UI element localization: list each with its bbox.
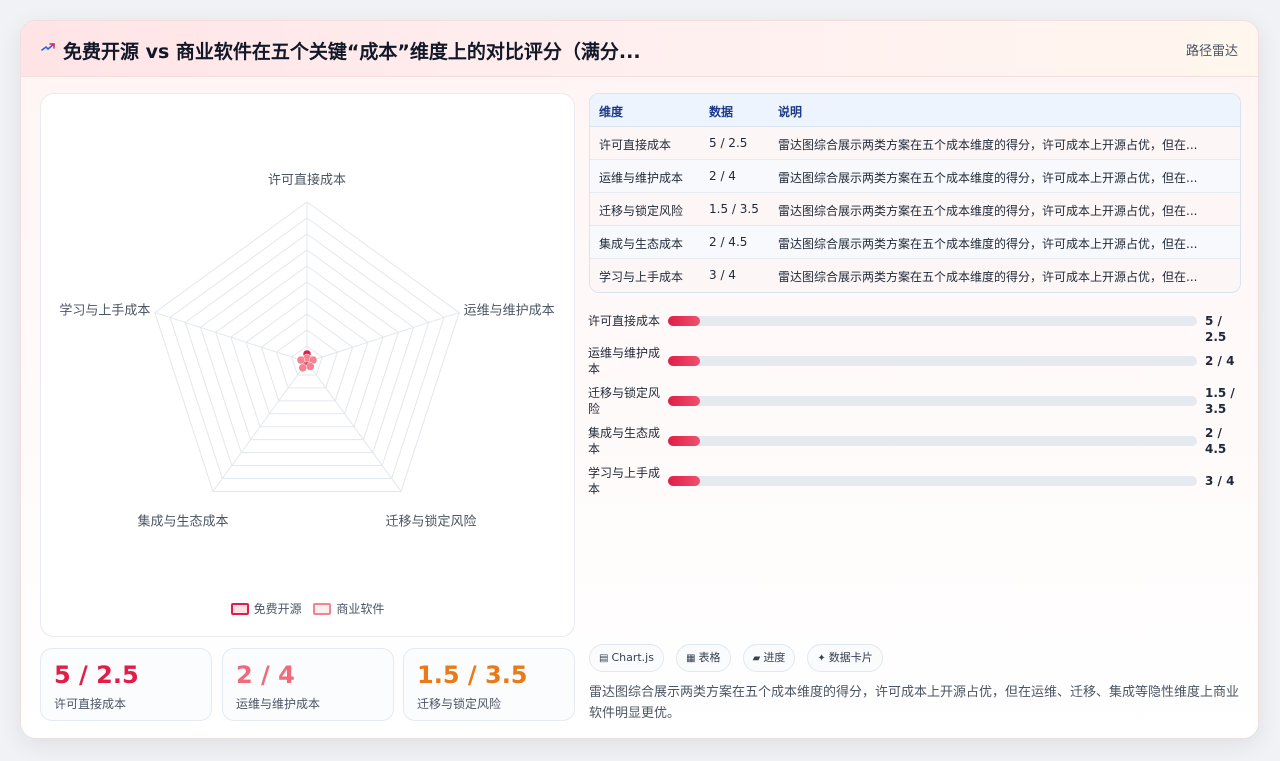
path-radar-link[interactable]: 路径雷达: [1186, 40, 1238, 59]
stat-value: 1.5 / 3.5: [417, 661, 528, 689]
progress-fill: [668, 316, 700, 326]
table-header: 维度 数据 说明: [590, 94, 1240, 127]
radar-chart-panel: 许可直接成本运维与维护成本迁移与锁定风险 集成与生态成本 学习与上手成本 免费开源 …: [40, 93, 575, 637]
chip-table[interactable]: ▦ 表格: [676, 644, 731, 672]
cell-data: 2 / 4: [709, 169, 736, 183]
page-title: 免费开源 vs 商业软件在五个关键“成本”维度上的对比评分（满分...: [63, 41, 641, 63]
radar-data-point: [296, 355, 306, 365]
progress-value: 2 / 4.5: [1205, 426, 1227, 456]
progress-label: 许可直接成本: [588, 314, 661, 328]
progress-row: 运维与维护成本 2 / 4: [588, 345, 1253, 381]
cell-description: 雷达图综合展示两类方案在五个成本维度的得分，许可成本上开源占优，但在...: [778, 270, 1198, 284]
cell-data: 3 / 4: [709, 268, 736, 282]
progress-track: [668, 356, 1197, 366]
column-header: 数据: [709, 105, 734, 119]
stat-label: 迁移与锁定风险: [417, 697, 502, 711]
progress-row: 迁移与锁定风险 1.5 / 3.5: [588, 385, 1253, 421]
column-header: 维度: [599, 105, 624, 119]
cell-description: 雷达图综合展示两类方案在五个成本维度的得分，许可成本上开源占优，但在...: [778, 171, 1198, 185]
cell-data: 5 / 2.5: [709, 136, 748, 150]
progress-label: 集成与生态成本: [588, 426, 661, 456]
chip-label: 进度: [763, 651, 786, 664]
data-table: 维度 数据 说明 许可直接成本 5 / 2.5 雷达图综合展示两类方案在五个成本…: [589, 93, 1241, 293]
cell-description: 雷达图综合展示两类方案在五个成本维度的得分，许可成本上开源占优，但在...: [778, 204, 1198, 218]
chip-progress[interactable]: ▰ 进度: [742, 644, 796, 672]
cell-description: 雷达图综合展示两类方案在五个成本维度的得分，许可成本上开源占优，但在...: [778, 237, 1198, 251]
progress-track: [668, 316, 1197, 326]
progress-icon: ▰: [752, 653, 761, 664]
cell-data: 2 / 4.5: [709, 235, 748, 249]
stat-value: 2 / 4: [236, 661, 295, 689]
sparkle-icon: [41, 43, 55, 51]
progress-value: 3 / 4: [1205, 474, 1235, 488]
progress-fill: [668, 396, 700, 406]
table-row[interactable]: 许可直接成本 5 / 2.5 雷达图综合展示两类方案在五个成本维度的得分，许可成…: [590, 127, 1240, 160]
stat-card: 1.5 / 3.5 迁移与锁定风险: [403, 648, 575, 721]
legend-swatch-open-source: [230, 603, 249, 615]
progress-fill: [668, 356, 700, 366]
cell-dimension: 运维与维护成本: [599, 171, 684, 185]
cell-dimension: 集成与生态成本: [599, 237, 684, 251]
progress-value: 2 / 4: [1205, 354, 1235, 368]
dashboard-card: 免费开源 vs 商业软件在五个关键“成本”维度上的对比评分（满分... 路径雷达…: [20, 20, 1259, 739]
column-header: 说明: [778, 105, 803, 119]
progress-track: [668, 396, 1197, 406]
stat-label: 许可直接成本: [54, 697, 127, 711]
radar-data-point: [298, 363, 308, 373]
radar-axis-label: 迁移与锁定风险: [386, 513, 477, 529]
table-icon: ▦: [686, 653, 696, 664]
progress-fill: [668, 476, 700, 486]
progress-fill: [668, 436, 700, 446]
radar-axis-label: 运维与维护成本: [464, 304, 555, 319]
chip-chartjs[interactable]: ▤ Chart.js: [589, 644, 664, 672]
legend-label: 商业软件: [336, 602, 385, 616]
progress-track: [668, 436, 1197, 446]
progress-row: 许可直接成本 5 / 2.5: [588, 313, 1253, 349]
cell-description: 雷达图综合展示两类方案在五个成本维度的得分，许可成本上开源占优，但在...: [778, 138, 1198, 152]
radar-spoke: [306, 312, 460, 363]
stat-value: 5 / 2.5: [54, 661, 139, 689]
progress-label: 迁移与锁定风险: [588, 386, 661, 416]
progress-row: 集成与生态成本 2 / 4.5: [588, 425, 1253, 461]
radar-data-point: [306, 362, 315, 371]
table-row[interactable]: 集成与生态成本 2 / 4.5 雷达图综合展示两类方案在五个成本维度的得分，许可…: [590, 226, 1240, 259]
table-row[interactable]: 运维与维护成本 2 / 4 雷达图综合展示两类方案在五个成本维度的得分，许可成本…: [590, 160, 1240, 193]
legend-item-commercial[interactable]: 商业软件: [313, 600, 384, 617]
table-row[interactable]: 学习与上手成本 3 / 4 雷达图综合展示两类方案在五个成本维度的得分，许可成本…: [590, 259, 1240, 292]
table-row[interactable]: 迁移与锁定风险 1.5 / 3.5 雷达图综合展示两类方案在五个成本维度的得分，…: [590, 193, 1240, 226]
chart-icon: ▤: [599, 653, 609, 664]
progress-value: 5 / 2.5: [1205, 314, 1227, 344]
radar-spoke: [154, 312, 308, 363]
chart-description: 雷达图综合展示两类方案在五个成本维度的得分，许可成本上开源占优，但在运维、迁移、…: [589, 685, 1240, 721]
chart-legend: 免费开源 商业软件: [41, 600, 574, 617]
cell-dimension: 迁移与锁定风险: [599, 204, 684, 218]
cell-dimension: 许可直接成本: [599, 138, 672, 152]
chip-label: 表格: [698, 651, 721, 664]
stat-card: 5 / 2.5 许可直接成本: [40, 648, 212, 721]
radar-axis-label: 学习与上手成本: [59, 303, 150, 319]
progress-label: 运维与维护成本: [588, 346, 661, 376]
progress-track: [668, 476, 1197, 486]
radar-axis-label: 许可直接成本: [268, 172, 346, 188]
radar-axis-label: 集成与生态成本: [137, 513, 228, 529]
chip-data-card[interactable]: ✦ 数据卡片: [807, 644, 883, 672]
progress-value: 1.5 / 3.5: [1205, 386, 1235, 416]
tech-chips: ▤ Chart.js ▦ 表格 ▰ 进度 ✦ 数据卡片: [589, 644, 890, 672]
card-icon: ✦: [817, 653, 826, 664]
legend-label: 免费开源: [253, 602, 302, 616]
chip-label: Chart.js: [611, 651, 654, 664]
stat-label: 运维与维护成本: [236, 697, 321, 711]
radar-chart: 许可直接成本运维与维护成本迁移与锁定风险 集成与生态成本 学习与上手成本: [59, 172, 555, 529]
cell-dimension: 学习与上手成本: [599, 270, 684, 284]
progress-row: 学习与上手成本 3 / 4: [588, 465, 1253, 501]
stat-card: 2 / 4 运维与维护成本: [222, 648, 394, 721]
chip-label: 数据卡片: [828, 651, 873, 664]
cell-data: 1.5 / 3.5: [709, 202, 759, 216]
card-header: 免费开源 vs 商业软件在五个关键“成本”维度上的对比评分（满分... 路径雷达: [21, 21, 1258, 77]
legend-swatch-commercial: [313, 603, 332, 615]
progress-label: 学习与上手成本: [588, 466, 661, 496]
legend-item-open-source[interactable]: 免费开源: [230, 600, 302, 617]
